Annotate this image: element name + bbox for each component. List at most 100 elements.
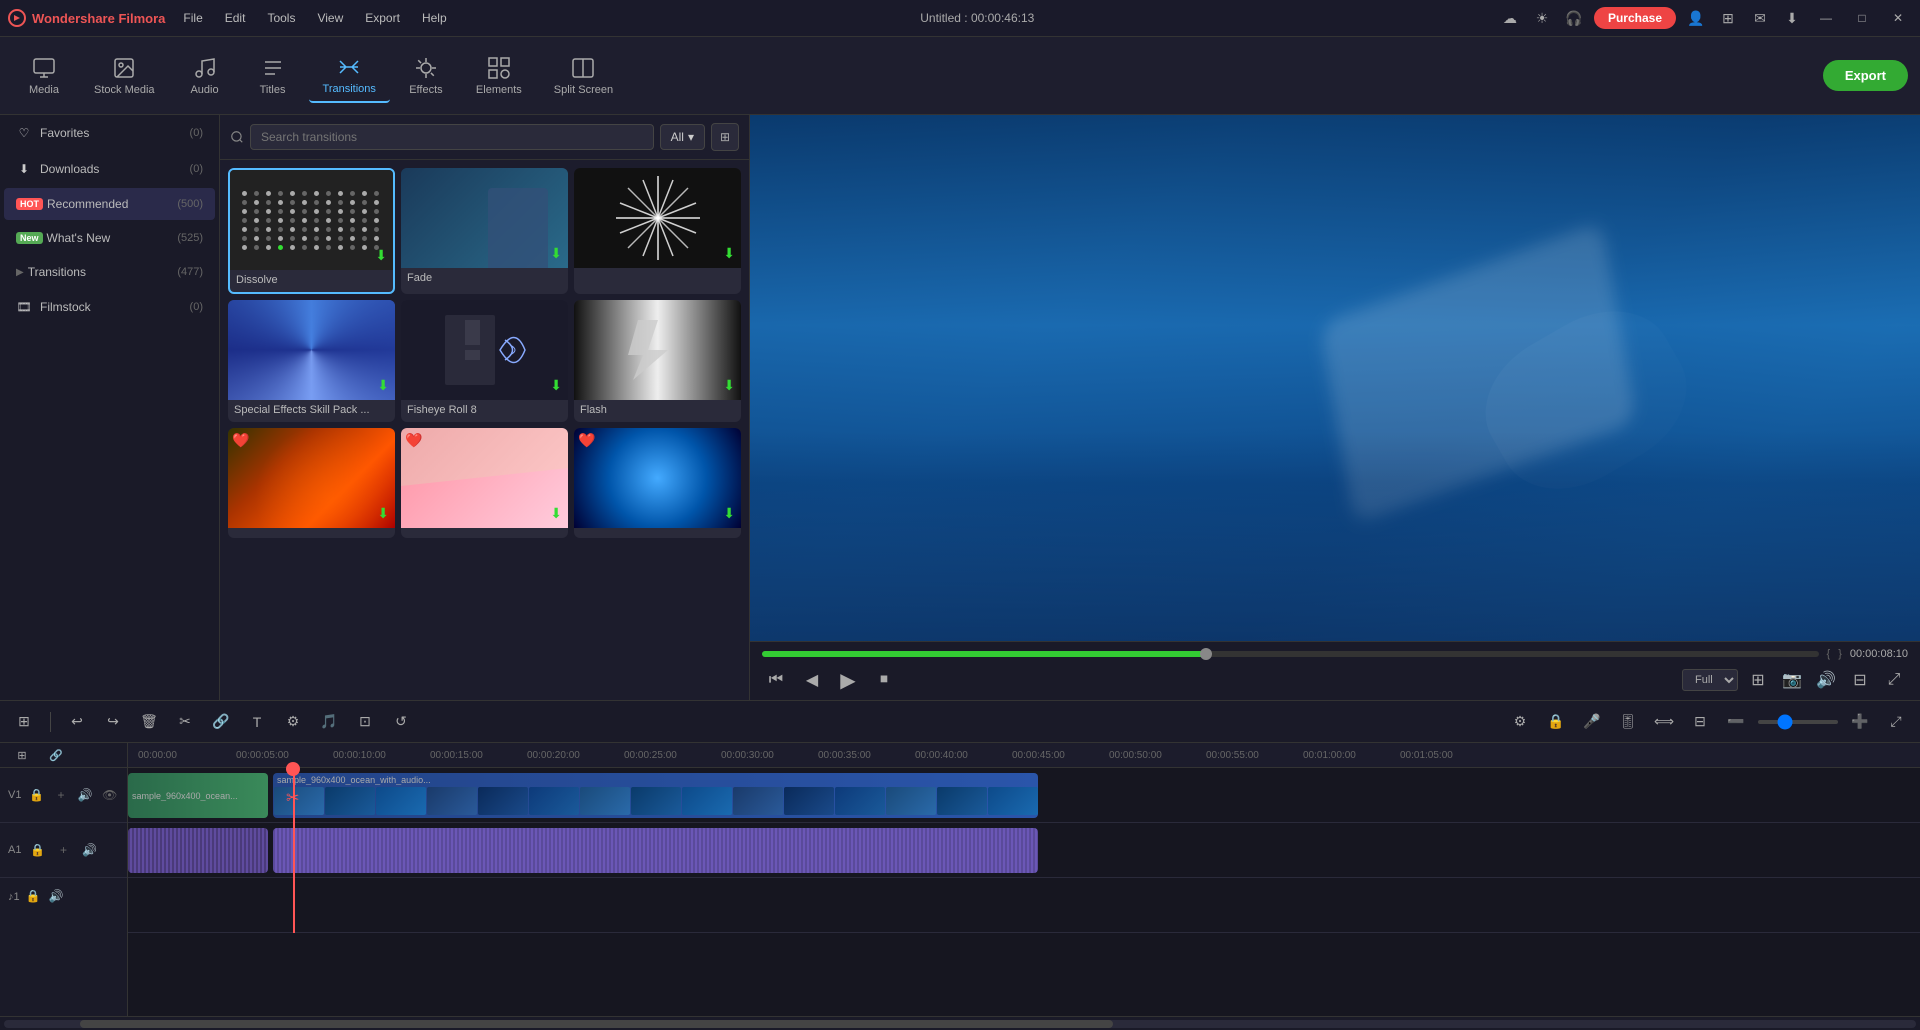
tl-plus-icon[interactable]: ➕ <box>1846 708 1874 736</box>
tl-caption-icon[interactable]: ⊟ <box>1686 708 1714 736</box>
layout-preview-button[interactable]: ⊟ <box>1846 666 1874 694</box>
rewind-button[interactable]: ⏮ <box>762 666 790 694</box>
sidebar-item-recommended[interactable]: HOT Recommended (500) <box>4 188 215 220</box>
minimize-button[interactable]: — <box>1812 6 1840 30</box>
audio-mute-icon[interactable]: 🔊 <box>79 840 99 860</box>
transition-starburst[interactable]: ⬇ <box>574 168 741 294</box>
sidebar-item-favorites[interactable]: ♡ Favorites (0) <box>4 116 215 150</box>
tl-crop-button[interactable]: ⊡ <box>351 708 379 736</box>
tl-adjust-button[interactable]: ⚙ <box>279 708 307 736</box>
snapshot-button[interactable]: 📷 <box>1778 666 1806 694</box>
fullscreen-button[interactable]: ⊞ <box>1744 666 1772 694</box>
scroll-track[interactable] <box>4 1020 1916 1028</box>
tl-audio-mix-icon[interactable]: 🎚 <box>1614 708 1642 736</box>
progress-handle[interactable] <box>1200 648 1212 660</box>
transition-pink[interactable]: ❤️ ⬇ <box>401 428 568 538</box>
transition-fire[interactable]: ❤️ ⬇ <box>228 428 395 538</box>
mail-icon[interactable]: ✉ <box>1748 6 1772 30</box>
transition-flash[interactable]: ⬇ Flash <box>574 300 741 422</box>
fisheye-download-icon[interactable]: ⬇ <box>550 377 562 394</box>
link-tracks-button[interactable]: 🔗 <box>42 743 70 769</box>
tl-delete-button[interactable]: 🗑 <box>135 708 163 736</box>
download-icon[interactable]: ⬇ <box>1780 6 1804 30</box>
sun-icon[interactable]: ☀ <box>1530 6 1554 30</box>
audio-lock-icon[interactable]: 🔒 <box>27 840 47 860</box>
tl-link-button[interactable]: 🔗 <box>207 708 235 736</box>
menu-edit[interactable]: Edit <box>215 8 256 28</box>
headset-icon[interactable]: 🎧 <box>1562 6 1586 30</box>
sidebar-item-filmstock[interactable]: 🎞 Filmstock (0) <box>4 290 215 324</box>
toolbar-titles[interactable]: Titles <box>241 50 305 102</box>
account-icon[interactable]: 👤 <box>1684 6 1708 30</box>
menu-view[interactable]: View <box>307 8 353 28</box>
fade-download-icon[interactable]: ⬇ <box>550 245 562 262</box>
transition-special-effects[interactable]: ⬇ Special Effects Skill Pack ... <box>228 300 395 422</box>
toolbar-stock-media[interactable]: Stock Media <box>80 50 169 102</box>
purchase-button[interactable]: Purchase <box>1594 7 1676 29</box>
pink-download-icon[interactable]: ⬇ <box>550 505 562 522</box>
export-button[interactable]: Export <box>1823 60 1908 91</box>
toolbar-transitions[interactable]: Transitions <box>309 49 390 103</box>
track-add-icon[interactable]: + <box>52 785 70 805</box>
track-eye-icon[interactable]: 👁 <box>101 785 119 805</box>
track-mute-icon[interactable]: 🔊 <box>76 785 94 805</box>
tl-transition-icon[interactable]: ⟺ <box>1650 708 1678 736</box>
toolbar-split-screen[interactable]: Split Screen <box>540 50 627 102</box>
stop-button[interactable]: ⏹ <box>870 666 898 694</box>
tl-audio-button[interactable]: 🎵 <box>315 708 343 736</box>
video-clip-2[interactable]: sample_960x400_ocean_with_audio... <box>273 773 1038 818</box>
toolbar-audio[interactable]: Audio <box>173 50 237 102</box>
toolbar-effects[interactable]: Effects <box>394 50 458 102</box>
audio2-lock-icon[interactable]: 🔒 <box>23 886 43 906</box>
playhead[interactable]: ✂ <box>293 768 295 933</box>
transition-dissolve[interactable]: ⬇ Dissolve <box>228 168 395 294</box>
menu-help[interactable]: Help <box>412 8 457 28</box>
flash-download-icon[interactable]: ⬇ <box>723 377 735 394</box>
tl-cut-button[interactable]: ✂ <box>171 708 199 736</box>
video-clip-1[interactable]: sample_960x400_ocean... <box>128 773 268 818</box>
tl-text-button[interactable]: T <box>243 708 271 736</box>
blueglow-download-icon[interactable]: ⬇ <box>723 505 735 522</box>
special-download-icon[interactable]: ⬇ <box>377 377 389 394</box>
tl-redo-button[interactable]: ↪ <box>99 708 127 736</box>
transition-blueglow[interactable]: ❤️ ⬇ <box>574 428 741 538</box>
dissolve-download-icon[interactable]: ⬇ <box>375 247 387 264</box>
expand-preview-button[interactable]: ⤢ <box>1880 666 1908 694</box>
menu-tools[interactable]: Tools <box>257 8 305 28</box>
tl-lock-icon[interactable]: 🔒 <box>1542 708 1570 736</box>
search-input[interactable] <box>250 124 654 150</box>
quality-select[interactable]: Full 1/2 1/4 <box>1682 669 1738 691</box>
volume-button[interactable]: 🔊 <box>1812 666 1840 694</box>
track-lock-icon[interactable]: 🔒 <box>27 785 45 805</box>
tl-undo2-button[interactable]: ↺ <box>387 708 415 736</box>
scroll-thumb[interactable] <box>80 1020 1112 1028</box>
grid-view-button[interactable]: ⊞ <box>711 123 739 151</box>
tl-snap-button[interactable]: ⊞ <box>10 708 38 736</box>
menu-export[interactable]: Export <box>355 8 410 28</box>
timeline-content[interactable]: 00:00:00 00:00:05:00 00:00:10:00 00:00:1… <box>128 743 1920 1016</box>
layout-icon[interactable]: ⊞ <box>1716 6 1740 30</box>
tl-mic-icon[interactable]: 🎤 <box>1578 708 1606 736</box>
tl-settings-icon[interactable]: ⚙ <box>1506 708 1534 736</box>
menu-file[interactable]: File <box>173 8 212 28</box>
close-button[interactable]: ✕ <box>1884 6 1912 30</box>
maximize-button[interactable]: □ <box>1848 6 1876 30</box>
tl-minus-icon[interactable]: ➖ <box>1722 708 1750 736</box>
sidebar-item-downloads[interactable]: ⬇ Downloads (0) <box>4 152 215 186</box>
audio-add-icon[interactable]: + <box>53 840 73 860</box>
toolbar-elements[interactable]: Elements <box>462 50 536 102</box>
fire-download-icon[interactable]: ⬇ <box>377 505 389 522</box>
filter-dropdown[interactable]: All ▾ <box>660 124 705 150</box>
cloud-icon[interactable]: ☁ <box>1498 6 1522 30</box>
progress-bar[interactable] <box>762 651 1819 657</box>
play-button[interactable]: ▶ <box>834 666 862 694</box>
starburst-download-icon[interactable]: ⬇ <box>723 245 735 262</box>
tl-undo-button[interactable]: ↩ <box>63 708 91 736</box>
transition-fisheye[interactable]: ⬇ Fisheye Roll 8 <box>401 300 568 422</box>
toolbar-media[interactable]: Media <box>12 50 76 102</box>
tl-expand-icon[interactable]: ⤢ <box>1882 708 1910 736</box>
audio2-mute-icon[interactable]: 🔊 <box>46 886 66 906</box>
zoom-slider[interactable] <box>1758 720 1838 724</box>
step-back-button[interactable]: ◀ <box>798 666 826 694</box>
add-track-button[interactable]: ⊞ <box>8 743 36 769</box>
